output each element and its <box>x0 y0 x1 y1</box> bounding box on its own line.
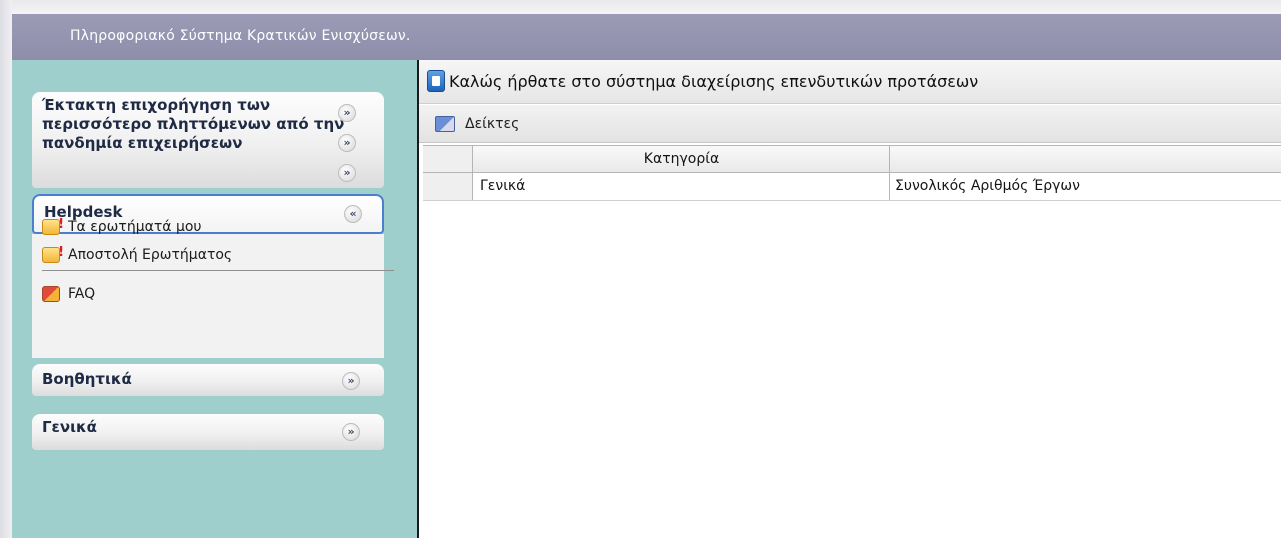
chevron-down-icon[interactable]: » <box>338 104 356 122</box>
panel-title: Έκτακτη επιχορήγηση των περισσότερο πλητ… <box>42 96 345 152</box>
app-title: Πληροφοριακό Σύστημα Κρατικών Ενισχύσεων… <box>70 28 411 44</box>
chevron-up-icon[interactable]: « <box>344 205 362 223</box>
document-icon <box>427 70 445 92</box>
table-header: Κατηγορία <box>423 145 1281 173</box>
sidebar-panel-general: Γενικά » <box>32 414 384 450</box>
menu-divider <box>42 270 394 271</box>
question-folder-icon <box>42 245 64 263</box>
menu-item-my-questions[interactable]: Τα ερωτήματά μου <box>42 216 202 238</box>
menu-item-label: Τα ερωτήματά μου <box>68 219 202 235</box>
menu-item-label: FAQ <box>68 286 96 302</box>
main-content: Καλώς ήρθατε στο σύστημα διαχείρισης επε… <box>417 60 1281 538</box>
indicators-table: Κατηγορία Γενικά Συνολικός Αριθμός Έργων <box>423 145 1281 201</box>
panel-header-general[interactable]: Γενικά » <box>32 414 384 450</box>
window-left-edge <box>0 0 12 538</box>
column-header-category[interactable]: Κατηγορία <box>474 146 890 172</box>
column-header-value[interactable] <box>891 146 1281 172</box>
sidebar-panel-auxiliary: Βοηθητικά » <box>32 364 384 396</box>
panel-header-emergency-grant[interactable]: Έκτακτη επιχορήγηση των περισσότερο πλητ… <box>32 92 384 188</box>
window-frame: Πληροφοριακό Σύστημα Κρατικών Ενισχύσεων… <box>0 0 1281 538</box>
chevron-down-icon[interactable]: » <box>342 372 360 390</box>
sidebar-panel-emergency-grant: Έκτακτη επιχορήγηση των περισσότερο πλητ… <box>32 92 384 188</box>
menu-item-label: Αποστολή Ερωτήματος <box>68 247 233 263</box>
table-row[interactable]: Γενικά Συνολικός Αριθμός Έργων <box>423 173 1281 201</box>
table-cell-value: Συνολικός Αριθμός Έργων <box>895 178 1080 194</box>
chevron-down-icon[interactable]: » <box>338 134 356 152</box>
sidebar-panel-helpdesk: Helpdesk « Τα ερωτήματά μου Αποστολή Ερω… <box>32 194 394 358</box>
toolbar: Δείκτες <box>419 105 1281 143</box>
indicators-icon <box>435 116 455 132</box>
chevron-down-icon[interactable]: » <box>338 164 356 182</box>
chevron-down-icon[interactable]: » <box>342 423 360 441</box>
helpdesk-menu: Τα ερωτήματά μου Αποστολή Ερωτήματος FAQ <box>32 217 394 358</box>
table-cell-category: Γενικά <box>474 173 890 200</box>
window-top-edge <box>0 0 1281 14</box>
menu-item-faq[interactable]: FAQ <box>42 283 95 305</box>
panel-title: Βοηθητικά <box>42 370 132 388</box>
main-header: Καλώς ήρθατε στο σύστημα διαχείρισης επε… <box>419 60 1281 104</box>
panel-header-auxiliary[interactable]: Βοηθητικά » <box>32 364 384 396</box>
indicators-button[interactable]: Δείκτες <box>465 116 519 132</box>
panel-title: Γενικά <box>42 418 97 436</box>
faq-icon <box>42 286 60 302</box>
page-title: Καλώς ήρθατε στο σύστημα διαχείρισης επε… <box>449 72 979 91</box>
row-selector-header <box>423 146 473 172</box>
menu-item-send-question[interactable]: Αποστολή Ερωτήματος <box>42 244 232 266</box>
row-selector[interactable] <box>423 173 473 200</box>
app-title-bar: Πληροφοριακό Σύστημα Κρατικών Ενισχύσεων… <box>12 14 1281 60</box>
question-folder-icon <box>42 217 64 235</box>
